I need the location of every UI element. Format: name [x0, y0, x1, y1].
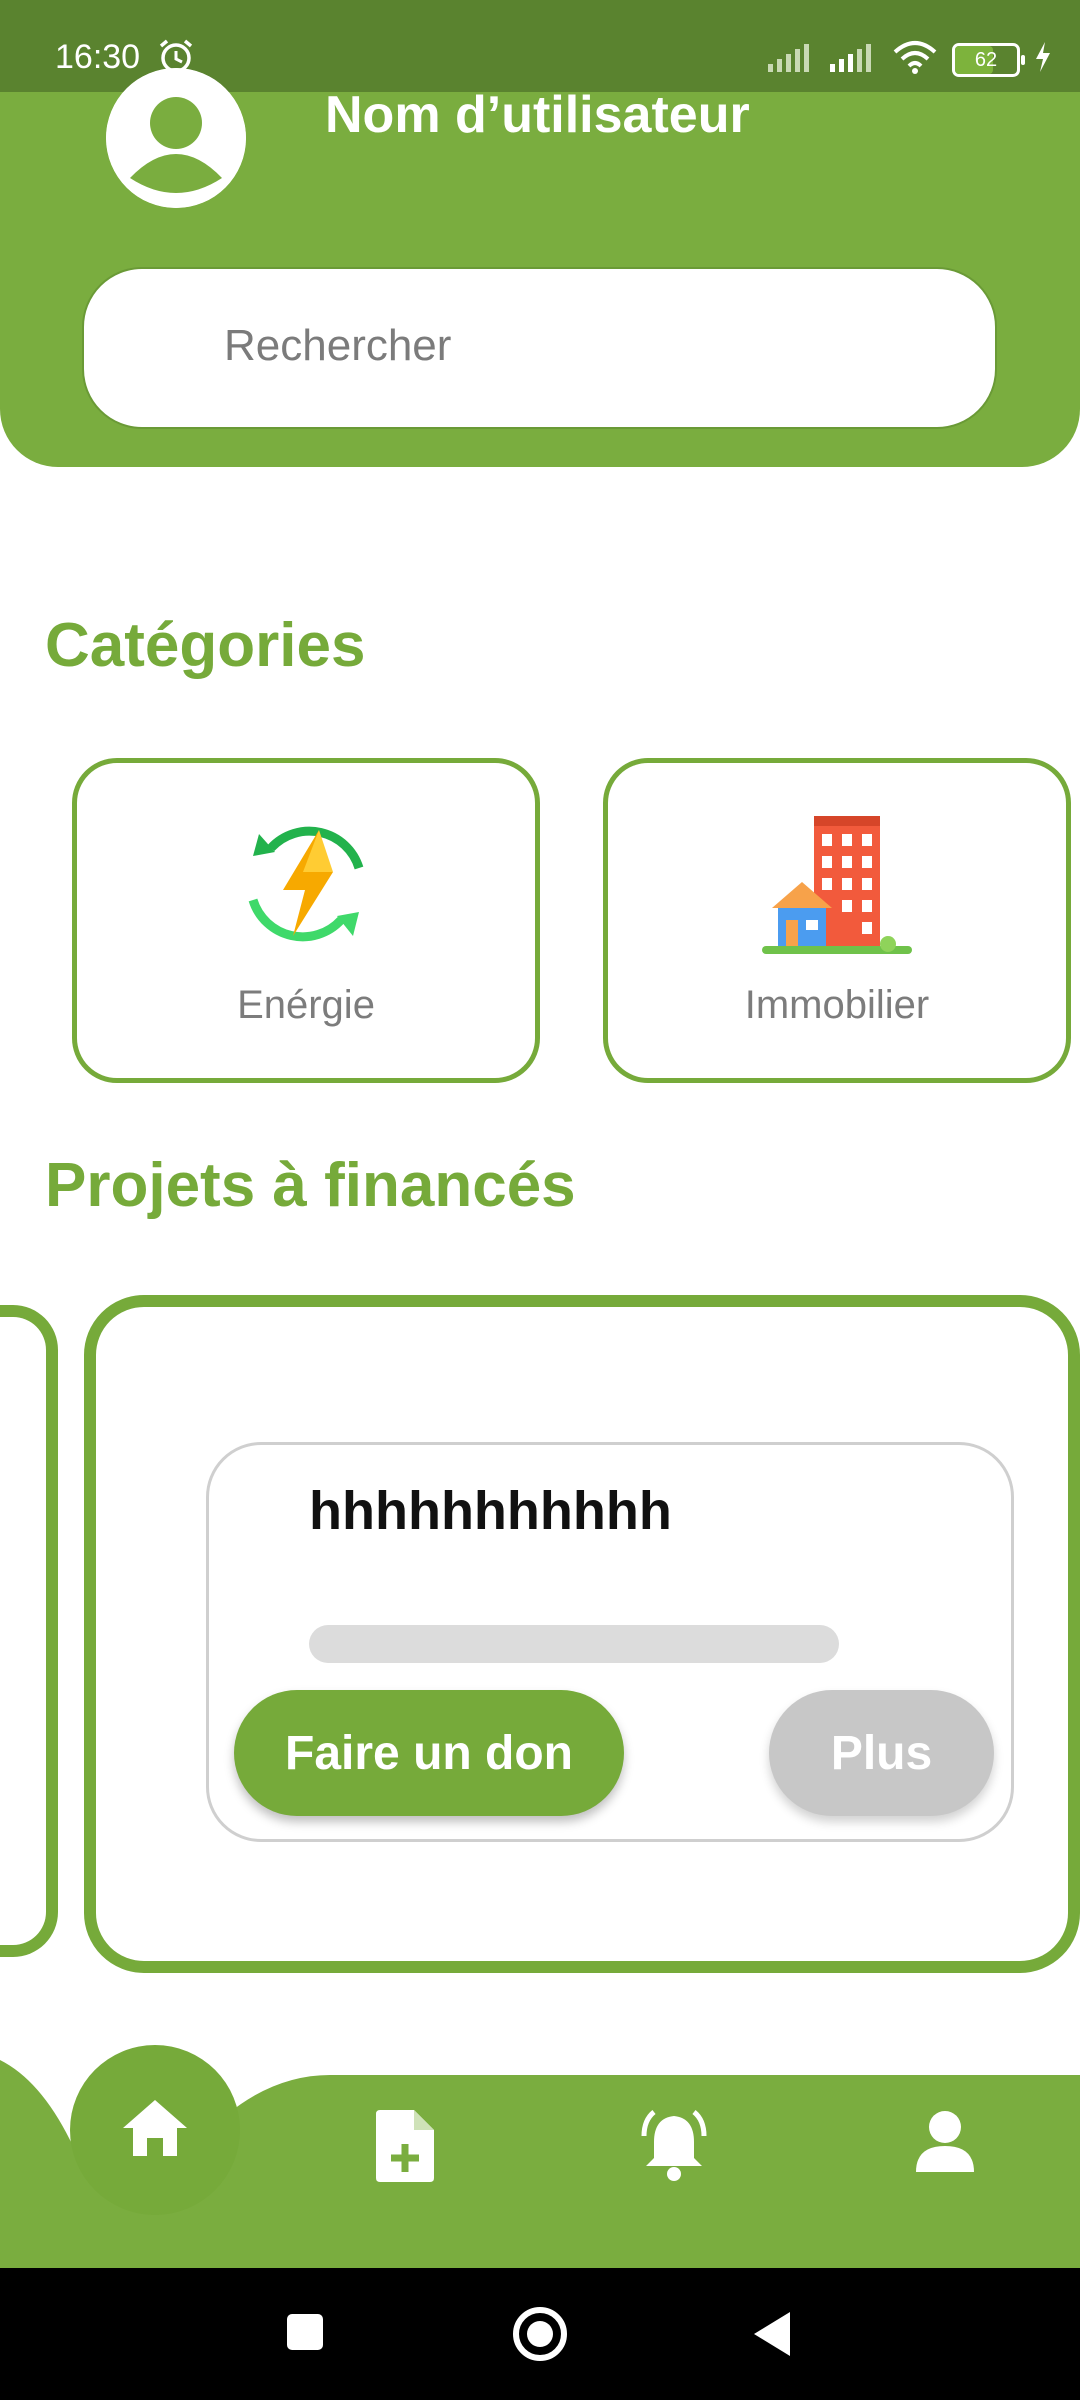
project-card[interactable]: hhhhhhhhhhh Faire un don Plus	[84, 1295, 1080, 1973]
search-input[interactable]: Rechercher	[82, 267, 997, 429]
donate-button[interactable]: Faire un don	[234, 1690, 624, 1816]
system-navigation-bar	[0, 2268, 1080, 2400]
projects-title: Projets à financés	[45, 1151, 576, 1220]
profile-icon	[914, 2111, 976, 2176]
user-avatar-icon[interactable]	[106, 68, 246, 208]
user-name: Nom d’utilisateur	[325, 86, 750, 144]
category-real-estate[interactable]: Immobilier	[603, 758, 1071, 1083]
battery-indicator: 62	[952, 42, 1025, 77]
search-placeholder: Rechercher	[224, 321, 452, 370]
category-label: Enérgie	[237, 983, 375, 1027]
signal-icon	[830, 42, 878, 77]
more-button[interactable]: Plus	[769, 1690, 994, 1816]
project-details: hhhhhhhhhhh Faire un don Plus	[206, 1442, 1014, 1842]
nav-add-project[interactable]	[376, 2110, 434, 2187]
home-system-button[interactable]	[510, 2304, 570, 2369]
building-house-icon	[762, 808, 912, 963]
wifi-icon	[892, 40, 938, 79]
status-indicators: 62	[768, 40, 1052, 79]
nav-profile[interactable]	[914, 2110, 976, 2177]
back-button[interactable]	[750, 2310, 794, 2363]
bottom-navigation	[0, 2020, 1080, 2270]
previous-project-card[interactable]	[0, 1305, 58, 1957]
signal-icon	[768, 42, 816, 77]
bolt-icon	[1034, 42, 1052, 77]
status-time: 16:30	[55, 38, 141, 76]
categories-title: Catégories	[45, 611, 366, 680]
recent-apps-button[interactable]	[285, 2310, 325, 2359]
energy-bolt-icon	[231, 808, 381, 963]
nav-notifications[interactable]	[636, 2110, 712, 2187]
category-label: Immobilier	[744, 983, 930, 1027]
home-icon	[119, 2096, 191, 2165]
add-document-icon	[376, 2110, 434, 2186]
project-title: hhhhhhhhhhh	[309, 1481, 672, 1541]
battery-level: 62	[974, 48, 998, 71]
bell-icon	[636, 2110, 712, 2186]
nav-home[interactable]	[70, 2045, 240, 2215]
progress-bar	[309, 1625, 839, 1663]
category-energy[interactable]: Enérgie	[72, 758, 540, 1083]
